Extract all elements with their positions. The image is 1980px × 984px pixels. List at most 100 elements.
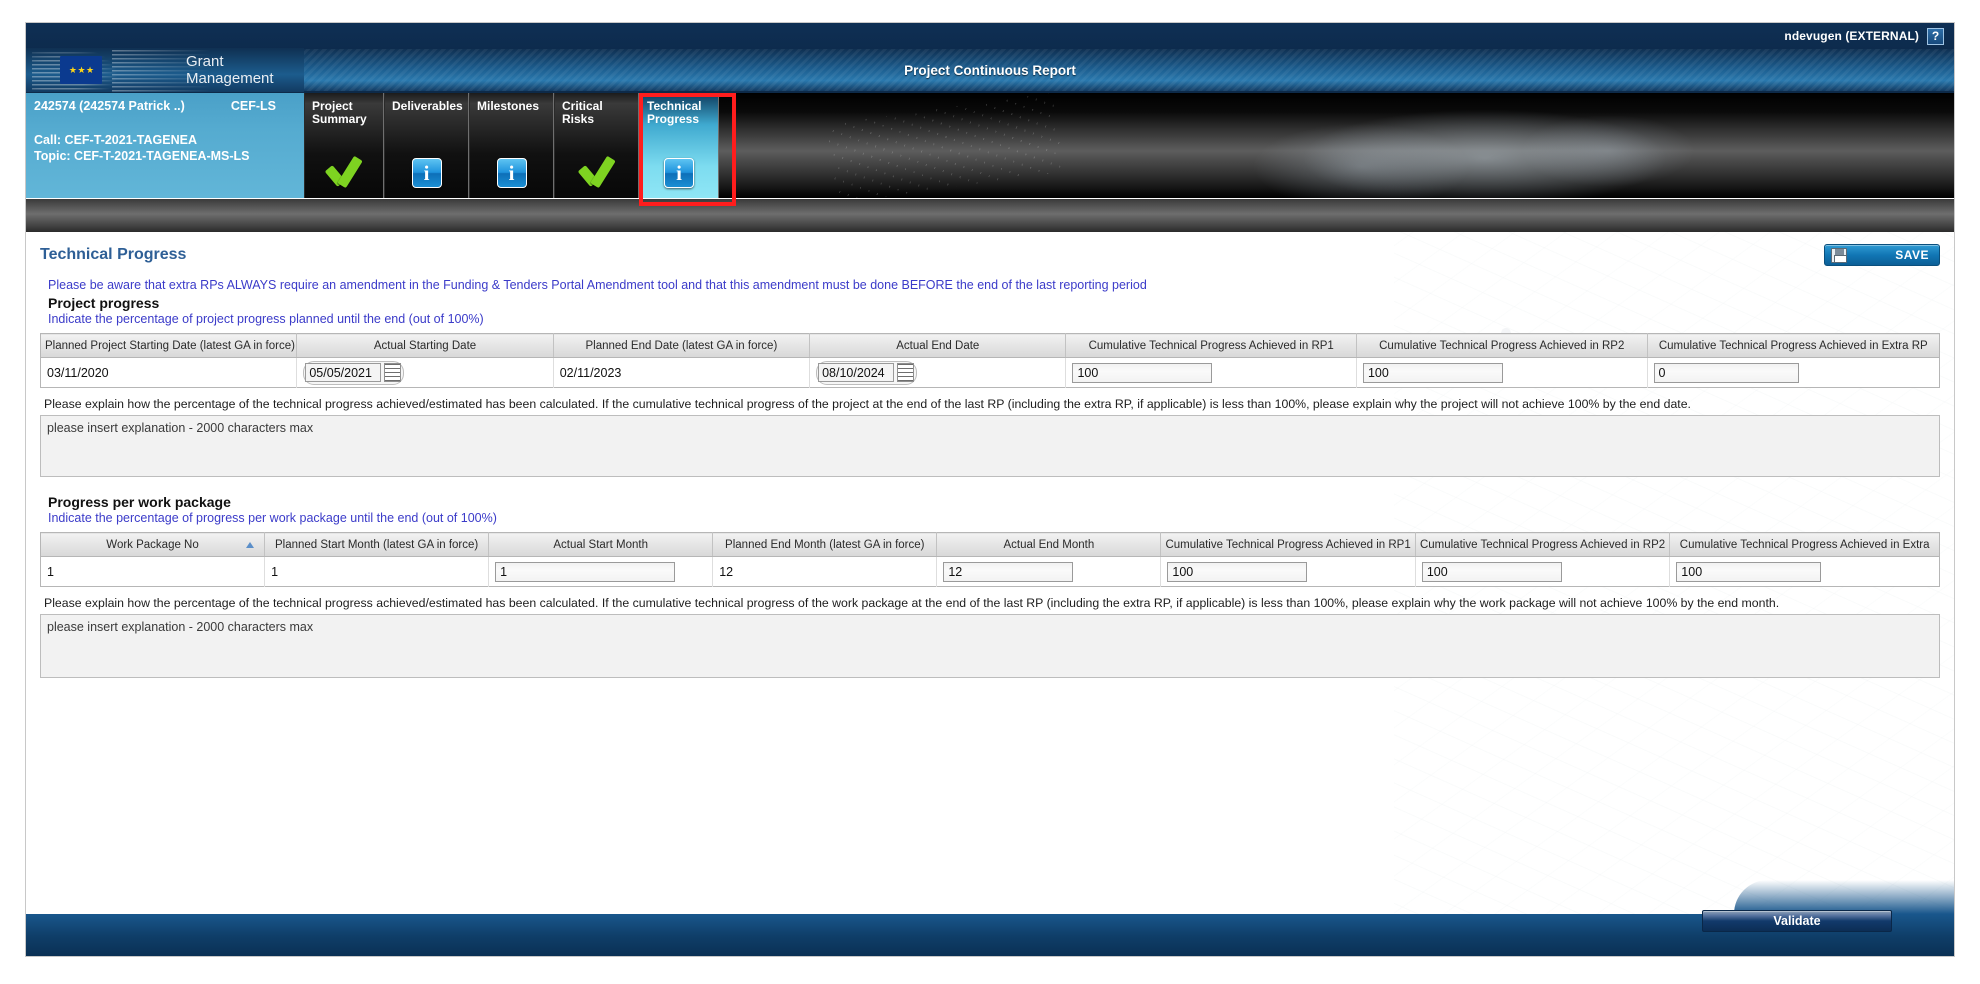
project-topic: Topic: CEF-T-2021-TAGENEA-MS-LS (34, 149, 250, 163)
cell-work-package-no: 1 (40, 556, 266, 587)
cell-actual-end-month (936, 556, 1162, 587)
project-id: 242574 (242574 Patrick ..) (34, 99, 185, 113)
column-header-wp-cumulative-rp1[interactable]: Cumulative Technical Progress Achieved i… (1160, 532, 1416, 557)
save-icon (1831, 248, 1847, 263)
actual-end-date-field[interactable] (816, 360, 918, 385)
wp-cumulative-rp1-input[interactable] (1167, 561, 1308, 582)
column-header-actual-end-month[interactable]: Actual End Month (936, 532, 1162, 557)
column-header-wp-cumulative-extra[interactable]: Cumulative Technical Progress Achieved i… (1669, 532, 1940, 557)
column-header-cumulative-extra-rp[interactable]: Cumulative Technical Progress Achieved i… (1647, 333, 1940, 358)
work-package-progress-subheading: Indicate the percentage of progress per … (48, 511, 497, 525)
brand-name: Grant Management (186, 53, 274, 87)
column-header-work-package-no[interactable]: Work Package No (40, 532, 266, 557)
section-tabs: Project Summary Deliverables i Milestone… (304, 93, 719, 198)
column-header-label: Work Package No (106, 538, 199, 551)
project-info-panel: 242574 (242574 Patrick ..) CEF-LS Call: … (26, 93, 304, 198)
actual-start-month-input[interactable] (495, 561, 676, 582)
application-window: ndevugen (EXTERNAL) ? ★ ★ ★ Grant Manage… (25, 22, 1955, 957)
project-programme: CEF-LS (230, 99, 276, 113)
blue-info-icon: i (496, 158, 527, 188)
footer-bar (26, 914, 1954, 956)
footer-curve-decoration (1734, 880, 1954, 914)
column-header-planned-end-date[interactable]: Planned End Date (latest GA in force) (553, 333, 811, 358)
save-button-label: SAVE (1895, 248, 1929, 262)
project-explanation-textarea[interactable]: please insert explanation - 2000 charact… (40, 415, 1940, 477)
column-header-actual-start-date[interactable]: Actual Starting Date (296, 333, 554, 358)
project-progress-table: Planned Project Starting Date (latest GA… (40, 333, 1940, 388)
cell-cumulative-extra-rp (1647, 357, 1940, 388)
blue-info-icon: i (664, 158, 694, 188)
cumulative-extra-rp-input[interactable] (1653, 362, 1799, 383)
project-progress-heading: Project progress (48, 295, 160, 311)
column-header-wp-cumulative-rp2[interactable]: Cumulative Technical Progress Achieved i… (1415, 532, 1671, 557)
tab-project-summary[interactable]: Project Summary (304, 93, 384, 198)
cumulative-rp1-input[interactable] (1072, 362, 1213, 383)
cell-planned-end-month: 12 (712, 556, 938, 587)
actual-end-month-input[interactable] (943, 561, 1074, 582)
project-progress-subheading: Indicate the percentage of project progr… (48, 312, 484, 326)
cell-actual-start-month (488, 556, 714, 587)
wp-cumulative-extra-input[interactable] (1676, 561, 1822, 582)
cell-cumulative-rp2 (1356, 357, 1648, 388)
work-package-progress-heading: Progress per work package (48, 494, 231, 510)
table-header-row: Work Package No Planned Start Month (lat… (40, 532, 1940, 557)
table-row: 03/11/2020 02/11/2023 (40, 357, 1940, 388)
username-label: ndevugen (EXTERNAL) (1784, 29, 1919, 43)
banner-scribble-decoration (825, 93, 1065, 198)
actual-start-date-input[interactable] (305, 363, 382, 382)
european-commission-logo: ★ ★ ★ Grant Management (26, 48, 304, 92)
tab-deliverables[interactable]: Deliverables i (384, 93, 469, 198)
column-header-planned-start-date[interactable]: Planned Project Starting Date (latest GA… (40, 333, 298, 358)
cell-wp-cumulative-rp1 (1160, 556, 1416, 587)
work-package-progress-table: Work Package No Planned Start Month (lat… (40, 532, 1940, 587)
work-package-explanation-textarea[interactable]: please insert explanation - 2000 charact… (40, 614, 1940, 678)
tab-label-line2: Progress (647, 112, 700, 126)
column-header-actual-end-date[interactable]: Actual End Date (809, 333, 1067, 358)
actual-start-date-field[interactable] (303, 360, 405, 385)
column-header-cumulative-rp1[interactable]: Cumulative Technical Progress Achieved i… (1065, 333, 1357, 358)
tab-technical-progress[interactable]: Technical Progress i (639, 93, 719, 198)
tab-milestones[interactable]: Milestones i (469, 93, 554, 198)
column-header-cumulative-rp2[interactable]: Cumulative Technical Progress Achieved i… (1356, 333, 1648, 358)
brand-band: ★ ★ ★ Grant Management Project Continuou… (26, 48, 1954, 93)
column-header-planned-start-month[interactable]: Planned Start Month (latest GA in force) (264, 532, 490, 557)
page-header-row: Technical Progress SAVE (26, 232, 1954, 266)
calendar-icon[interactable] (897, 363, 915, 382)
tab-label-line1: Deliverables (392, 99, 463, 113)
banner-artwork (719, 93, 1954, 198)
content-area: Technical Progress SAVE Please be aware … (26, 232, 1954, 956)
column-header-actual-start-month[interactable]: Actual Start Month (488, 532, 714, 557)
green-check-icon (576, 158, 618, 188)
validate-button[interactable]: Validate (1702, 910, 1892, 932)
screenshot-root: ndevugen (EXTERNAL) ? ★ ★ ★ Grant Manage… (0, 0, 1980, 984)
toolbar-separator (26, 198, 1954, 232)
project-and-tabs-row: 242574 (242574 Patrick ..) CEF-LS Call: … (26, 93, 1954, 206)
wp-cumulative-rp2-input[interactable] (1421, 561, 1562, 582)
form-body: Please be aware that extra RPs ALWAYS re… (26, 266, 1954, 683)
column-header-planned-end-month[interactable]: Planned End Month (latest GA in force) (712, 532, 938, 557)
cell-actual-start-date (296, 357, 554, 388)
user-bar: ndevugen (EXTERNAL) ? (26, 23, 1954, 49)
cell-planned-end-date: 02/11/2023 (553, 357, 811, 388)
cell-wp-cumulative-rp2 (1415, 556, 1671, 587)
cell-planned-start-date: 03/11/2020 (40, 357, 298, 388)
cumulative-rp2-input[interactable] (1362, 362, 1503, 383)
project-explanation-label: Please explain how the percentage of the… (44, 397, 1691, 411)
cell-planned-start-month: 1 (264, 556, 490, 587)
cell-cumulative-rp1 (1065, 357, 1357, 388)
tab-label-line2: Summary (312, 112, 367, 126)
amendment-notice: Please be aware that extra RPs ALWAYS re… (48, 278, 1147, 292)
cell-actual-end-date (809, 357, 1067, 388)
help-icon[interactable]: ? (1927, 27, 1944, 45)
brand-line-1: Grant (186, 53, 224, 70)
table-header-row: Planned Project Starting Date (latest GA… (40, 333, 1940, 358)
project-call: Call: CEF-T-2021-TAGENEA (34, 133, 197, 147)
sort-ascending-icon (246, 542, 255, 548)
calendar-icon[interactable] (384, 363, 402, 382)
brand-line-2: Management (186, 70, 274, 87)
save-button[interactable]: SAVE (1824, 244, 1940, 266)
actual-end-date-input[interactable] (818, 363, 895, 382)
eu-flag-icon: ★ ★ ★ (60, 56, 102, 84)
tab-critical-risks[interactable]: Critical Risks (554, 93, 639, 198)
page-title: Technical Progress (40, 246, 187, 263)
